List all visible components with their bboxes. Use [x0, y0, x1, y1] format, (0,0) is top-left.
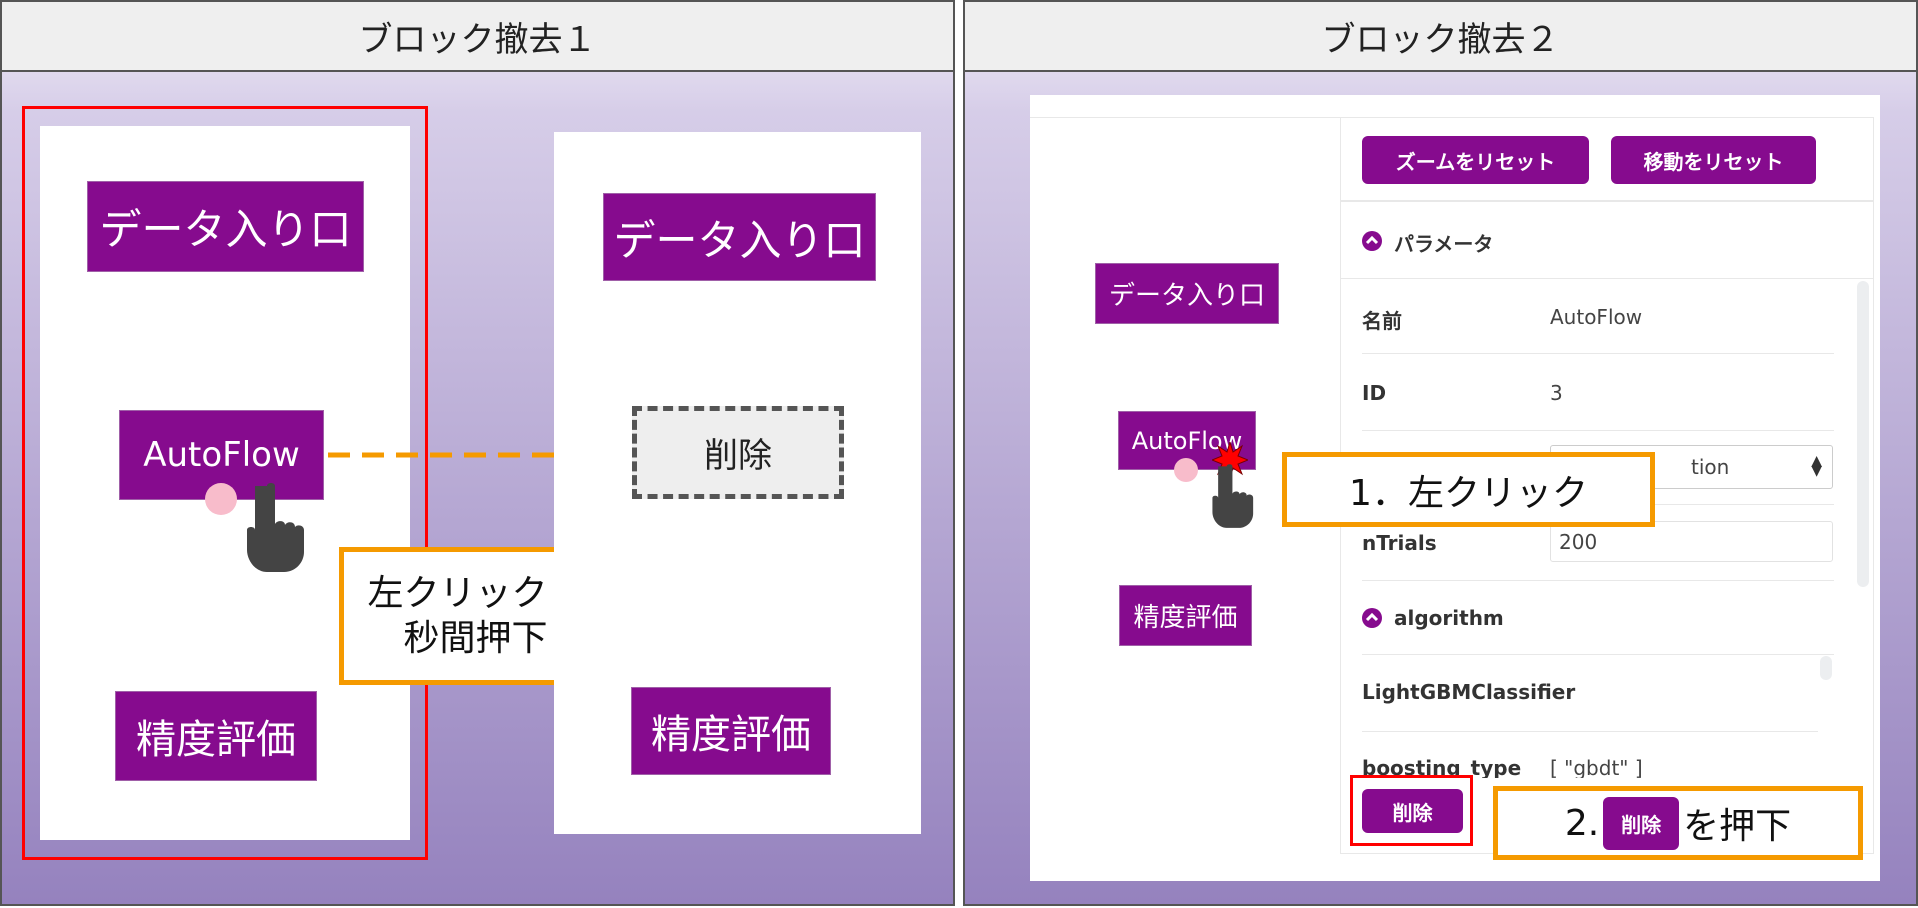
callout-suffix: を押下	[1683, 806, 1792, 847]
select-value: tion	[1691, 455, 1730, 479]
block-data-entry[interactable]: データ入り口	[1095, 263, 1279, 324]
section-parameters[interactable]: パラメータ	[1394, 228, 1493, 257]
divider	[1340, 278, 1874, 279]
scrollbar[interactable]	[1857, 281, 1869, 587]
block-data-entry[interactable]: データ入り口	[87, 181, 364, 272]
reset-zoom-button[interactable]: ズームをリセット	[1362, 136, 1589, 184]
delete-menu-item[interactable]: 削除	[632, 406, 844, 499]
id-value: 3	[1550, 381, 1563, 405]
callout-line-2: 秒間押下	[403, 618, 548, 659]
divider	[1362, 580, 1834, 581]
instruction-callout-2: 2. 削除 を押下	[1493, 786, 1863, 860]
panel-title: ブロック撤去２	[965, 2, 1916, 72]
boosting-type-value: [ "gbdt" ]	[1550, 756, 1643, 778]
name-value: AutoFlow	[1550, 305, 1643, 329]
chevron-up-circle-icon[interactable]	[1362, 608, 1382, 628]
divider	[1362, 353, 1834, 354]
pointing-hand-icon	[247, 483, 304, 572]
divider	[1362, 430, 1834, 431]
block-data-entry[interactable]: データ入り口	[603, 193, 876, 281]
name-label: 名前	[1362, 309, 1402, 333]
classifier-name: LightGBMClassifier	[1362, 680, 1576, 704]
ntrials-value: 200	[1559, 530, 1598, 554]
callout-prefix: 2.	[1564, 802, 1600, 844]
divider	[1362, 731, 1818, 732]
select-arrows-icon: ▲ ▼	[1811, 453, 1822, 479]
block-accuracy-eval[interactable]: 精度評価	[631, 687, 831, 775]
reset-move-button[interactable]: 移動をリセット	[1611, 136, 1816, 184]
delete-button[interactable]: 削除	[1362, 789, 1463, 833]
click-point-icon	[1174, 458, 1198, 482]
inner-scrollbar[interactable]	[1820, 656, 1832, 680]
divider	[1340, 200, 1874, 202]
section-algorithm[interactable]: algorithm	[1394, 606, 1504, 630]
callout-line-1: 左クリック２	[367, 573, 584, 614]
instruction-callout-1: 1．左クリック	[1282, 452, 1655, 527]
click-point-icon	[205, 483, 237, 515]
pointing-hand-icon	[1212, 464, 1254, 528]
block-accuracy-eval[interactable]: 精度評価	[115, 691, 317, 781]
block-accuracy-eval[interactable]: 精度評価	[1119, 585, 1252, 646]
divider	[1362, 654, 1834, 655]
panel-title: ブロック撤去１	[2, 2, 953, 72]
chevron-up-circle-icon[interactable]	[1362, 231, 1382, 251]
ntrials-label: nTrials	[1362, 531, 1437, 555]
ntrials-input[interactable]: 200	[1550, 521, 1833, 562]
delete-button-illustration: 削除	[1603, 796, 1680, 850]
id-label: ID	[1362, 381, 1387, 405]
